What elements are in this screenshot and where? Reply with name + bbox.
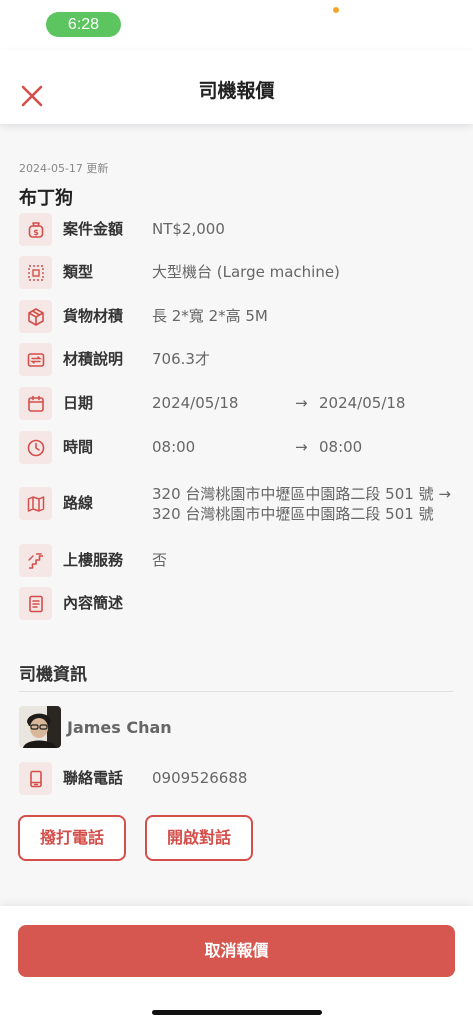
- route-value: 320 台灣桃園市中壢區中園路二段 501 號 → 320 台灣桃園市中壢區中園…: [152, 485, 451, 523]
- status-time: 6:28: [46, 12, 121, 37]
- time-start: 08:00: [152, 438, 196, 456]
- package-icon: [19, 300, 52, 333]
- page-title: 司機報價: [198, 80, 275, 102]
- nav-header: 司機報價: [0, 50, 473, 124]
- volume-description-label: 材積說明: [63, 350, 124, 368]
- date-start: 2024/05/18: [152, 394, 239, 412]
- section-divider: [19, 691, 454, 692]
- cargo-volume-value: 長 2*寬 2*高 5M: [152, 307, 268, 325]
- arrow-right-icon: →: [295, 394, 308, 412]
- money-bag-icon: $: [19, 213, 52, 246]
- status-indicator-dot: [333, 7, 339, 13]
- document-icon: [19, 587, 52, 620]
- calendar-icon: [19, 387, 52, 420]
- driver-section-title: 司機資訊: [19, 665, 87, 685]
- upstairs-service-label: 上樓服務: [63, 551, 124, 569]
- volume-description-value: 706.3才: [152, 350, 210, 368]
- updated-date: 2024-05-17 更新: [19, 162, 109, 175]
- date-end: 2024/05/18: [319, 394, 406, 412]
- bottom-action-bar: 取消報價: [0, 906, 473, 1024]
- contact-phone-label: 聯絡電話: [63, 769, 124, 787]
- date-label: 日期: [63, 394, 94, 412]
- type-label: 類型: [63, 263, 94, 281]
- arrow-right-icon: →: [295, 438, 308, 456]
- time-end: 08:00: [319, 438, 363, 456]
- contact-phone-value: 0909526688: [152, 769, 248, 787]
- type-value: 大型機台 (Large machine): [152, 263, 340, 281]
- route-label: 路線: [63, 494, 94, 512]
- amount-label: 案件金額: [63, 220, 124, 238]
- phone-device-icon: [19, 762, 52, 795]
- cancel-quote-button[interactable]: 取消報價: [18, 925, 455, 977]
- transfer-icon: [19, 343, 52, 376]
- time-label: 時間: [63, 438, 94, 456]
- driver-avatar: [19, 706, 61, 748]
- driver-name: James Chan: [67, 718, 172, 737]
- content-description-label: 內容簡述: [63, 594, 124, 612]
- status-bar: 6:28: [0, 0, 473, 50]
- home-indicator[interactable]: [152, 1010, 322, 1015]
- upstairs-service-value: 否: [152, 551, 168, 569]
- large-machine-icon: [19, 256, 52, 289]
- open-chat-button[interactable]: 開啟對話: [145, 815, 253, 861]
- clock-icon: [19, 431, 52, 464]
- customer-name: 布丁狗: [19, 188, 73, 209]
- call-phone-button[interactable]: 撥打電話: [18, 815, 126, 861]
- stairs-icon: [19, 544, 52, 577]
- quote-details: 2024-05-17 更新 布丁狗 $ 案件金額 NT$2,000 類型 大型機…: [0, 124, 473, 914]
- map-icon: [19, 487, 52, 520]
- cargo-volume-label: 貨物材積: [63, 307, 124, 325]
- amount-value: NT$2,000: [152, 220, 225, 238]
- svg-text:$: $: [33, 228, 39, 237]
